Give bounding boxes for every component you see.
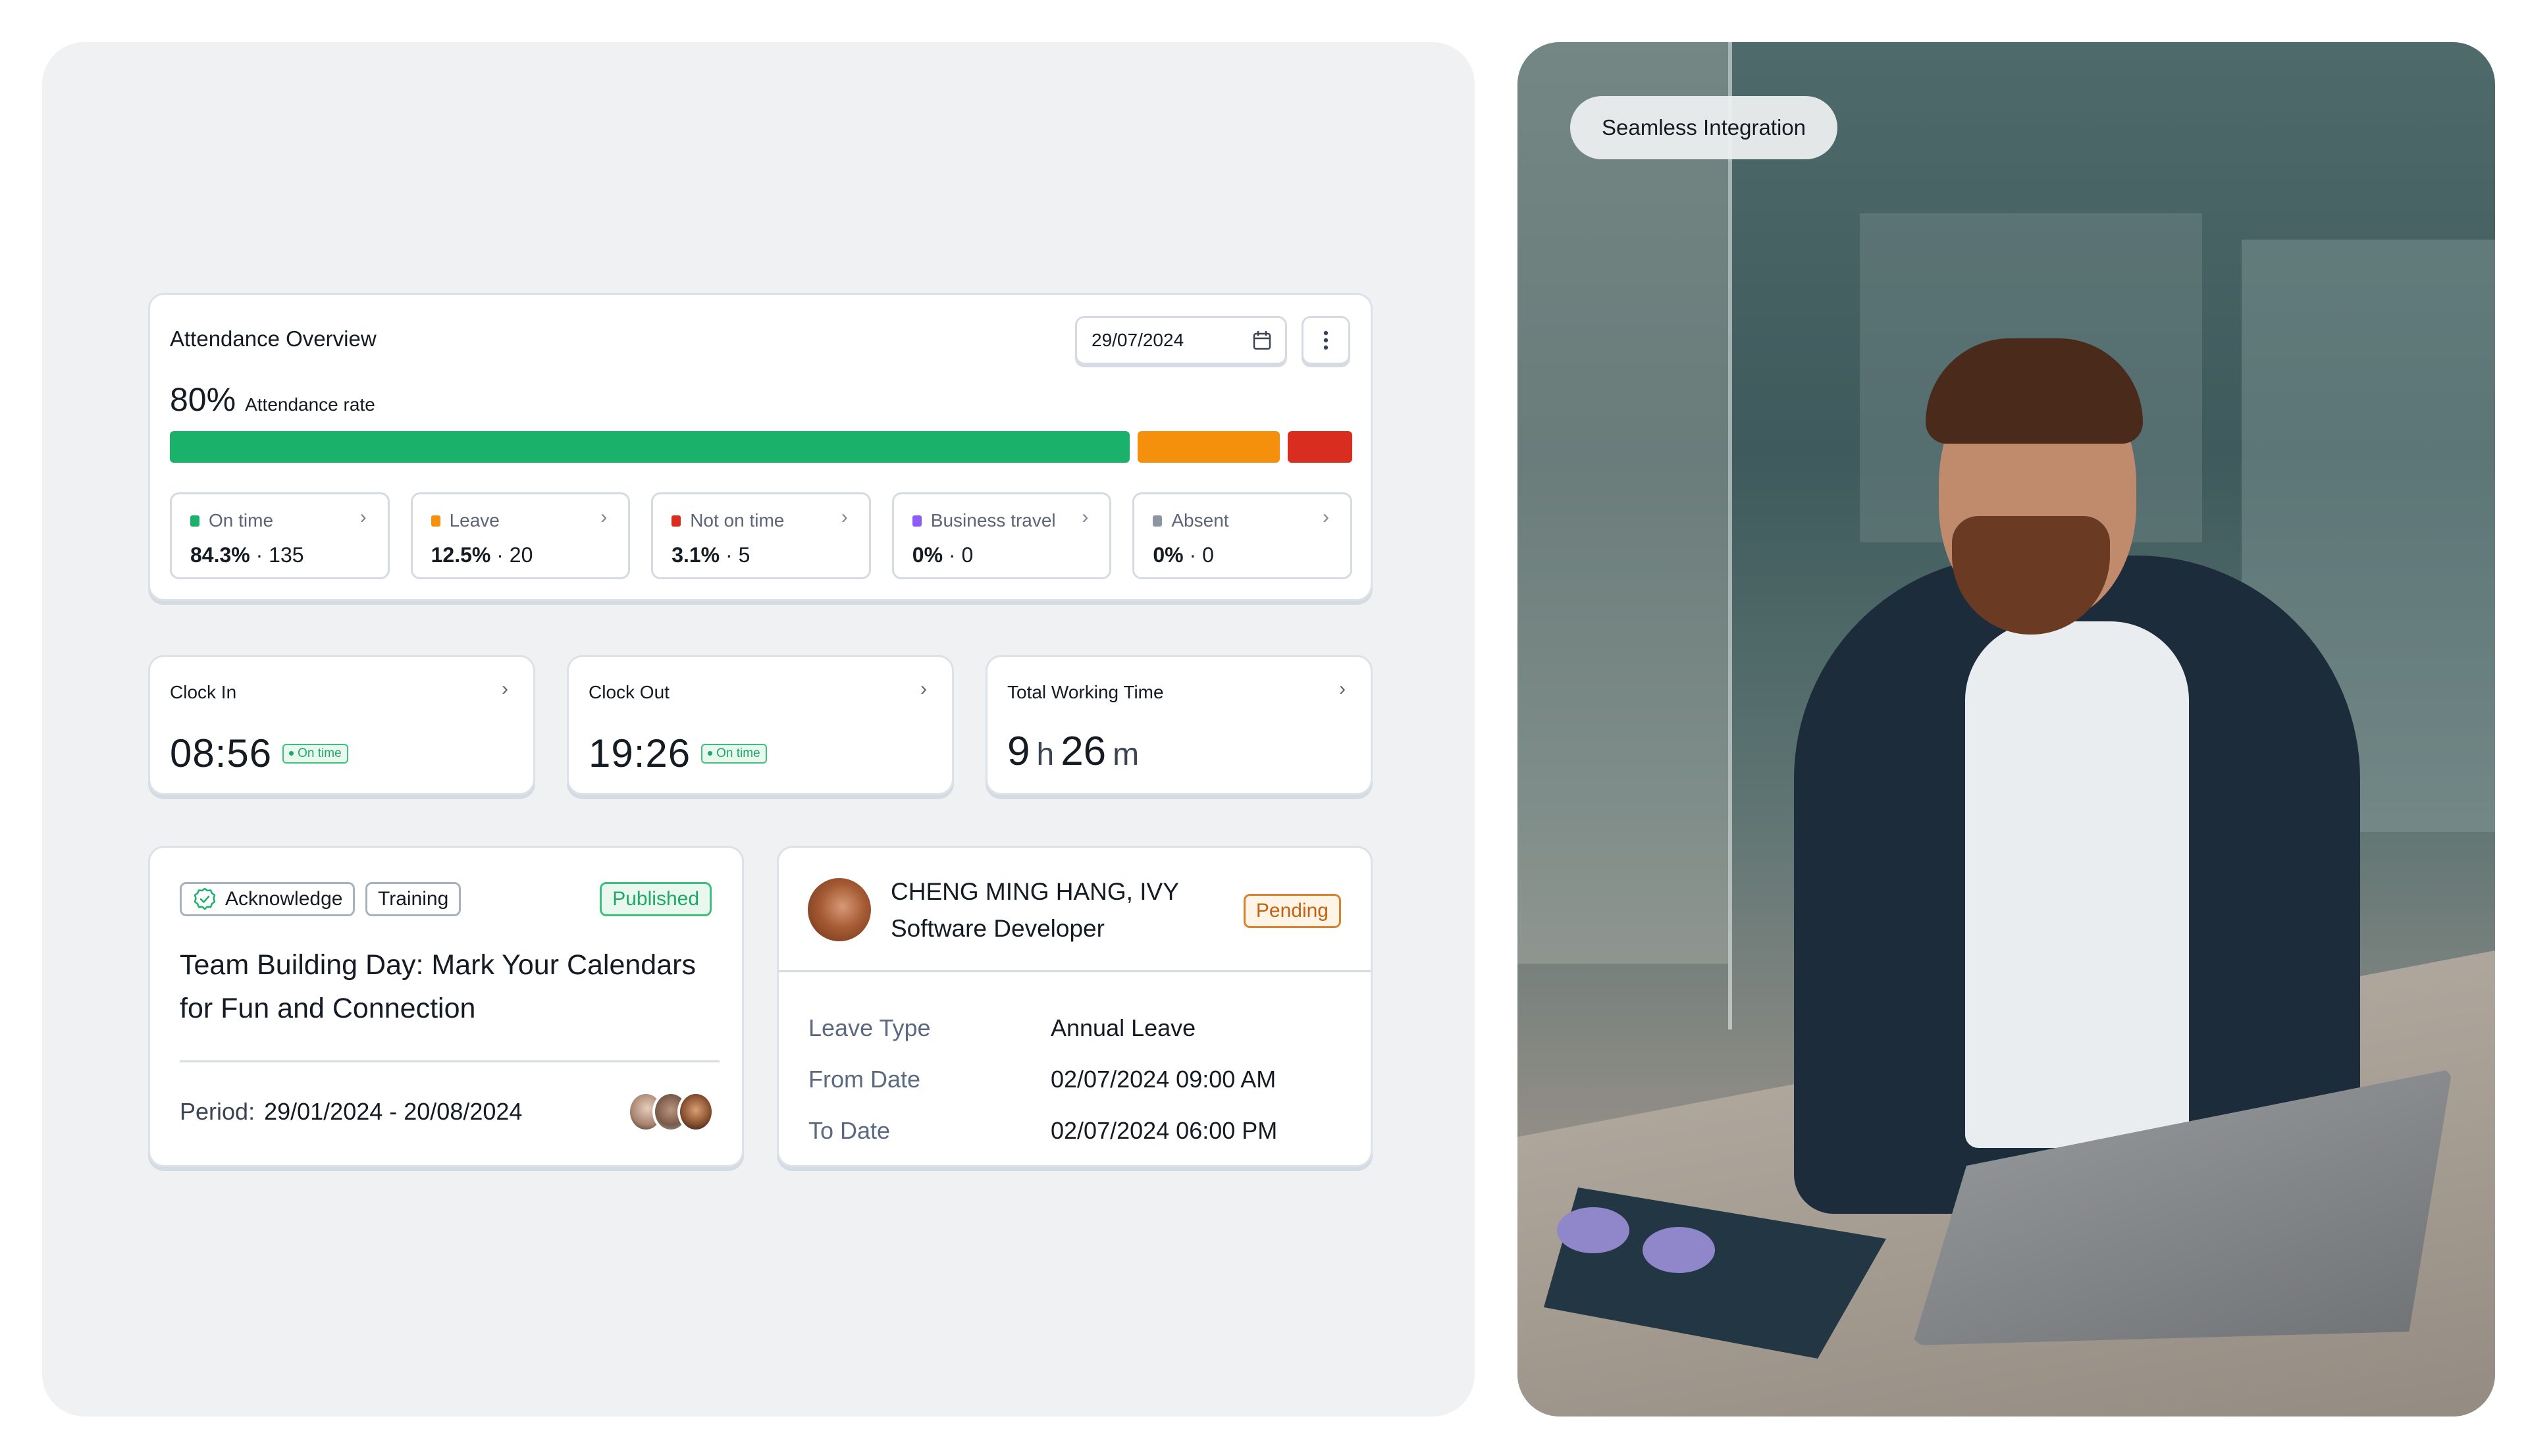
participant-avatars[interactable]: [627, 1091, 714, 1132]
stat-value: 0% · 0: [1153, 543, 1214, 567]
stat-value: 12.5% · 20: [431, 543, 533, 567]
stat-absent[interactable]: Absent › 0% · 0: [1132, 492, 1352, 579]
date-value: 29/07/2024: [1092, 330, 1184, 350]
avatar: [677, 1091, 714, 1132]
attendance-rate: 80% Attendance rate: [170, 380, 375, 419]
leave-request-card[interactable]: CHENG MING HANG, IVY Software Developer …: [777, 846, 1373, 1167]
clock-out-card[interactable]: Clock Out › 19:26 On time: [567, 655, 954, 795]
check-badge-icon: [194, 887, 216, 910]
chevron-right-icon: ›: [1322, 506, 1329, 528]
chevron-right-icon: ›: [359, 506, 367, 528]
photo-glasses: [1557, 1207, 1629, 1253]
chevron-right-icon: ›: [1339, 678, 1346, 700]
stat-label: On time: [209, 510, 274, 531]
employee-name: CHENG MING HANG, IVY: [891, 878, 1179, 905]
attendance-rate-value: 80%: [170, 381, 236, 418]
chevron-right-icon: ›: [841, 506, 848, 528]
distribution-segment-not-on-time: [1288, 431, 1352, 463]
total-working-time-value: 9 h 26 m: [1007, 729, 1140, 774]
clock-out-time: 19:26: [589, 731, 691, 775]
chevron-right-icon: ›: [502, 678, 508, 700]
attendance-rate-label: Attendance rate: [245, 394, 375, 415]
hero-photo: Seamless Integration: [1517, 42, 2495, 1417]
attendance-title: Attendance Overview: [170, 326, 377, 351]
clock-out-title: Clock Out: [589, 682, 670, 702]
divider: [180, 1060, 720, 1062]
total-working-time-card[interactable]: Total Working Time › 9 h 26 m: [986, 655, 1373, 795]
status-badge: Published: [600, 882, 712, 916]
stat-business-travel[interactable]: Business travel › 0% · 0: [891, 492, 1112, 579]
leave-type-row: Leave Type Annual Leave: [808, 1014, 1196, 1041]
more-vertical-icon: [1323, 330, 1329, 350]
distribution-segment-on-time: [170, 431, 1130, 463]
training-tag[interactable]: Training: [365, 882, 461, 916]
more-options-button[interactable]: [1302, 316, 1350, 365]
chevron-right-icon: ›: [1082, 506, 1089, 528]
status-dot: [431, 515, 440, 527]
leave-details: Leave Type Annual Leave From Date 02/07/20…: [808, 1002, 1277, 1157]
status-dot: [672, 515, 681, 527]
stat-not-on-time[interactable]: Not on time › 3.1% · 5: [651, 492, 871, 579]
attendance-distribution-bar: [170, 431, 1352, 463]
status-badge: On time: [282, 743, 348, 764]
clock-in-title: Clock In: [170, 682, 237, 702]
to-date-row: To Date 02/07/2024 06:00 PM: [808, 1117, 1278, 1144]
status-dot: [289, 751, 294, 756]
stat-leave[interactable]: Leave › 12.5% · 20: [410, 492, 631, 579]
stat-value: 3.1% · 5: [672, 543, 750, 567]
photo-glasses: [1643, 1227, 1715, 1273]
acknowledge-tag[interactable]: Acknowledge: [180, 882, 356, 916]
photo-glass-frame: [1728, 42, 1732, 1029]
status-dot: [190, 515, 199, 527]
status-dot: [912, 515, 922, 527]
avatar: [808, 878, 871, 941]
from-date-row: From Date 02/07/2024 09:00 AM: [808, 1066, 1277, 1093]
attendance-overview-card: Attendance Overview 29/07/2024 80% Atten…: [148, 293, 1373, 601]
total-working-time-title: Total Working Time: [1007, 682, 1164, 702]
employee-role: Software Developer: [891, 915, 1105, 942]
date-picker[interactable]: 29/07/2024: [1075, 316, 1287, 365]
chevron-right-icon: ›: [920, 678, 927, 700]
stat-on-time[interactable]: On time › 84.3% · 135: [170, 492, 390, 579]
announcement-card[interactable]: Acknowledge Training Published Team Buil…: [148, 846, 744, 1167]
seamless-integration-pill: Seamless Integration: [1570, 96, 1838, 159]
stat-label: Business travel: [930, 510, 1056, 531]
announcement-period: Period: 29/01/2024 - 20/08/2024: [180, 1098, 523, 1125]
status-dot: [708, 751, 713, 756]
stat-value: 0% · 0: [912, 543, 974, 567]
clock-in-time: 08:56: [170, 731, 273, 775]
stat-label: Absent: [1171, 510, 1229, 531]
calendar-icon: [1253, 331, 1271, 350]
clock-in-card[interactable]: Clock In › 08:56 On time: [148, 655, 535, 795]
photo-background: [1517, 42, 1728, 964]
stat-label: Not on time: [690, 510, 785, 531]
divider: [779, 970, 1371, 972]
announcement-title[interactable]: Team Building Day: Mark Your Calendars f…: [180, 943, 720, 1030]
status-badge: Pending: [1243, 894, 1341, 928]
photo-person: [1965, 621, 2189, 1148]
stat-value: 84.3% · 135: [190, 543, 304, 567]
chevron-right-icon: ›: [600, 506, 608, 528]
attendance-stats: On time › 84.3% · 135 Leave › 12.5% · 20…: [170, 492, 1352, 579]
status-badge: On time: [701, 743, 767, 764]
distribution-segment-leave: [1138, 431, 1280, 463]
stat-label: Leave: [449, 510, 500, 531]
status-dot: [1153, 515, 1163, 527]
